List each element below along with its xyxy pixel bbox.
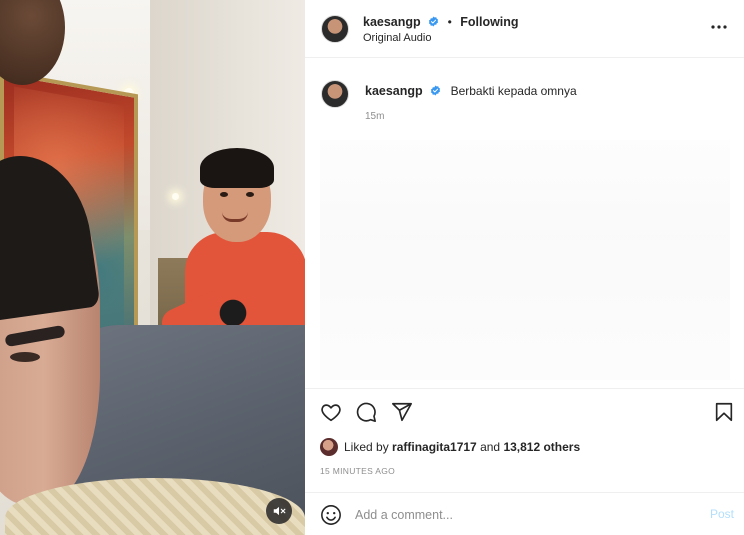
comment-icon[interactable] <box>355 401 377 423</box>
comment-input[interactable] <box>355 505 675 525</box>
author-avatar[interactable] <box>321 15 349 43</box>
caption-text: Berbakti kepada omnya <box>450 84 577 98</box>
smiley-icon[interactable] <box>320 504 342 526</box>
post-side-panel: kaesangp • Following Original Audio kaes… <box>305 0 744 535</box>
man-eye <box>10 352 40 362</box>
mute-button[interactable] <box>266 498 292 524</box>
more-options-button[interactable] <box>710 20 730 36</box>
child-eye <box>220 192 228 197</box>
likes-text: Liked by raffinagita1717 and 13,812 othe… <box>344 440 580 454</box>
caption-time: 15m <box>365 111 385 122</box>
comments-area <box>320 140 730 380</box>
post-timestamp[interactable]: 15 MINUTES AGO <box>320 466 395 476</box>
author-username[interactable]: kaesangp <box>363 15 421 29</box>
header-separator: • <box>447 15 452 29</box>
likes-middle: and <box>476 440 504 454</box>
comment-bar: Post <box>305 492 744 535</box>
header-title-row: kaesangp • Following <box>363 13 519 31</box>
likes-others-link[interactable]: 13,812 others <box>503 440 580 454</box>
speaker-muted-icon <box>273 506 286 516</box>
caption-author-avatar[interactable] <box>321 80 349 108</box>
verified-badge-icon <box>429 16 439 27</box>
bookmark-icon[interactable] <box>713 401 735 423</box>
child-eye <box>246 192 254 197</box>
post-header: kaesangp • Following Original Audio <box>305 0 744 58</box>
caption-row: kaesangp Berbakti kepada omnya <box>365 82 744 100</box>
more-horizontal-icon <box>711 25 727 29</box>
post-media[interactable] <box>0 0 305 535</box>
heart-icon[interactable] <box>320 401 342 423</box>
liker-avatar[interactable] <box>320 438 338 456</box>
caption-username[interactable]: kaesangp <box>365 84 423 98</box>
following-button[interactable]: Following <box>460 15 518 29</box>
verified-badge-icon <box>431 85 441 96</box>
child-hair <box>200 148 274 188</box>
likes-prefix: Liked by <box>344 440 393 454</box>
audio-link[interactable]: Original Audio <box>363 32 432 44</box>
ceiling-light <box>172 193 179 200</box>
action-bar <box>305 388 744 430</box>
likes-summary: Liked by raffinagita1717 and 13,812 othe… <box>320 438 580 456</box>
send-icon[interactable] <box>391 401 413 423</box>
liker-username[interactable]: raffinagita1717 <box>392 440 477 454</box>
post-button[interactable]: Post <box>710 507 734 521</box>
